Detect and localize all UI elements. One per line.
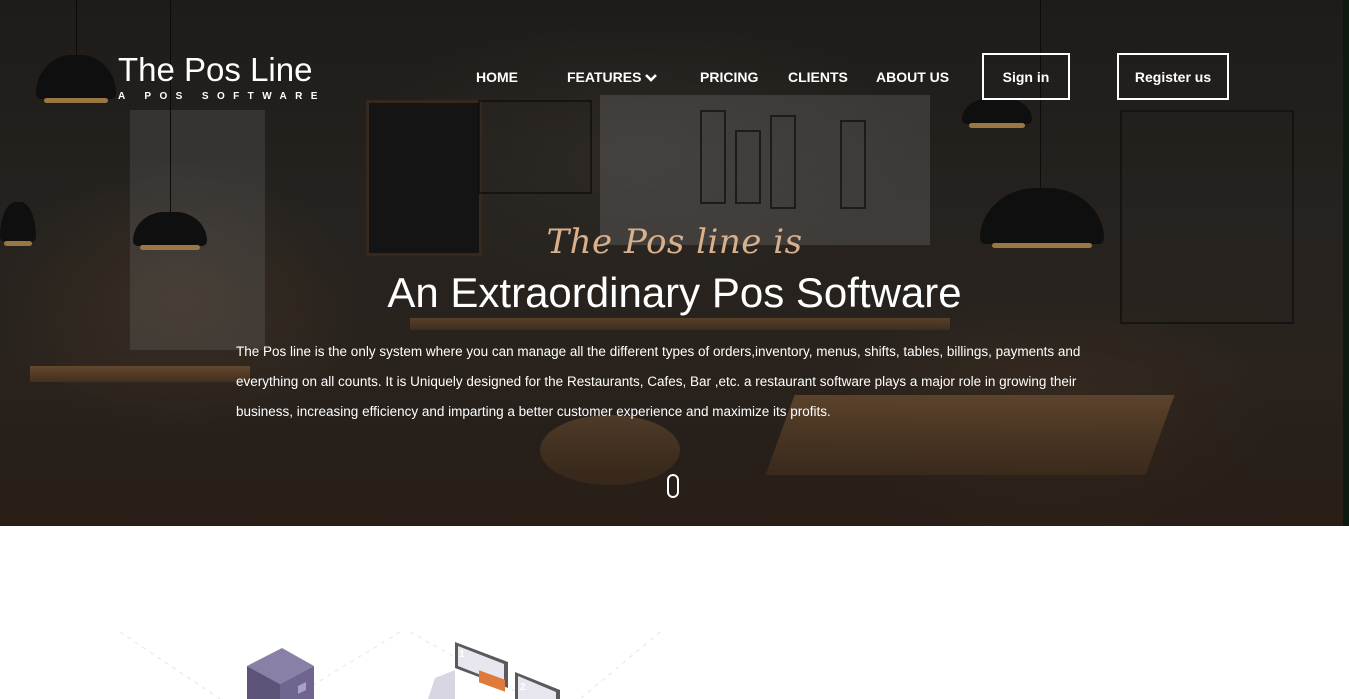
hero-script-title: The Pos line is (546, 222, 803, 262)
nav-features-label: FEATURES (567, 69, 642, 85)
mouse-scroll-icon[interactable] (667, 474, 679, 498)
hero-section: The Pos Line A POS SOFTWARE HOME FEATURE… (0, 0, 1349, 526)
hero-edge (1343, 0, 1349, 526)
register-button[interactable]: Register us (1117, 53, 1229, 100)
illustration-label-1: 1 (459, 649, 465, 660)
brand-tagline: A POS SOFTWARE (118, 91, 326, 102)
nav-home[interactable]: HOME (476, 68, 518, 86)
illustration-label-2: 2 (520, 682, 526, 693)
nav-clients[interactable]: CLIENTS (788, 68, 848, 86)
hero-description: The Pos line is the only system where yo… (236, 344, 1081, 419)
hero-title: An Extraordinary Pos Software (387, 269, 962, 316)
nav-pricing[interactable]: PRICING (700, 68, 758, 86)
sign-in-button[interactable]: Sign in (982, 53, 1070, 100)
chevron-down-icon (645, 74, 658, 83)
isometric-pos-illustration: 1 2 (119, 631, 661, 699)
nav-about-us[interactable]: ABOUT US (876, 68, 949, 86)
nav-features[interactable]: FEATURES (567, 68, 658, 86)
brand-logo[interactable]: The Pos Line A POS SOFTWARE (118, 50, 326, 102)
brand-title: The Pos Line (118, 51, 313, 88)
